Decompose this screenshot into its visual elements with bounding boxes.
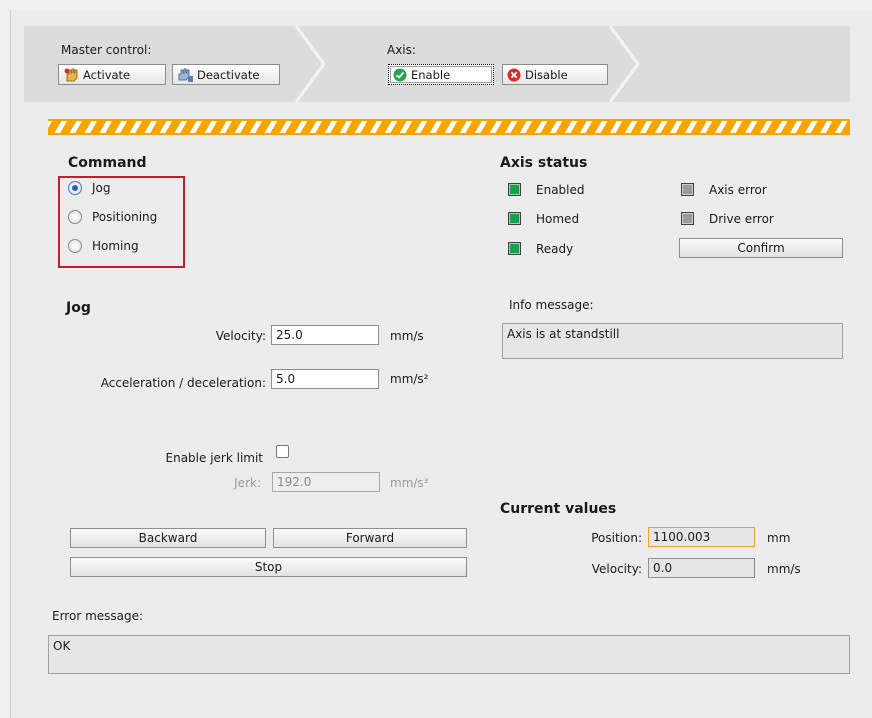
hand-deactivate-icon: [178, 68, 193, 82]
jerk-limit-label: Enable jerk limit: [165, 451, 264, 465]
velocity-input[interactable]: 25.0: [271, 325, 379, 345]
forward-button[interactable]: Forward: [273, 528, 467, 548]
backward-button[interactable]: Backward: [70, 528, 266, 548]
master-control-label: Master control:: [61, 43, 152, 57]
ready-led: [508, 242, 521, 255]
current-velocity-readout: 0.0: [648, 558, 755, 578]
enabled-label: Enabled: [536, 183, 585, 197]
enable-label: Enable: [411, 67, 451, 82]
radio-jog[interactable]: Jog: [68, 181, 111, 195]
radio-circle-selected: [68, 181, 82, 195]
radio-circle: [68, 210, 82, 224]
info-message-box: Axis is at standstill: [502, 323, 843, 359]
homed-led: [508, 212, 521, 225]
radio-jog-label: Jog: [92, 181, 111, 195]
radio-homing[interactable]: Homing: [68, 239, 139, 253]
axis-status-title: Axis status: [500, 155, 588, 171]
axis-error-led: [681, 183, 694, 196]
enabled-led: [508, 183, 521, 196]
error-message-label: Error message:: [52, 609, 144, 623]
ready-label: Ready: [536, 242, 574, 256]
radio-circle: [68, 239, 82, 253]
current-values-title: Current values: [500, 501, 617, 517]
position-readout: 1100.003: [648, 527, 755, 547]
homed-label: Homed: [536, 212, 580, 226]
acceleration-unit: mm/s²: [390, 372, 429, 386]
disable-label: Disable: [525, 67, 568, 82]
jerk-unit: mm/s³: [390, 476, 429, 490]
check-circle-icon: [393, 68, 407, 81]
deactivate-button[interactable]: Deactivate: [172, 64, 280, 85]
disable-button[interactable]: Disable: [502, 64, 608, 85]
cross-circle-icon: [507, 68, 521, 81]
confirm-button[interactable]: Confirm: [679, 238, 843, 258]
position-label: Position:: [591, 531, 642, 545]
stop-button[interactable]: Stop: [70, 557, 467, 577]
velocity-unit: mm/s: [390, 329, 424, 343]
radio-positioning[interactable]: Positioning: [68, 210, 157, 224]
enable-button[interactable]: Enable: [388, 64, 494, 85]
deactivate-label: Deactivate: [197, 67, 260, 82]
axis-label: Axis:: [387, 43, 416, 57]
jerk-label: Jerk:: [234, 476, 261, 490]
info-message-label: Info message:: [509, 298, 594, 312]
hand-icon: [64, 68, 78, 81]
drive-error-led: [681, 212, 694, 225]
acceleration-label: Acceleration / deceleration:: [100, 376, 266, 390]
velocity-label: Velocity:: [215, 329, 266, 343]
current-velocity-unit: mm/s: [767, 562, 801, 576]
radio-homing-label: Homing: [92, 239, 139, 253]
acceleration-input[interactable]: 5.0: [271, 369, 379, 389]
current-velocity-label: Velocity:: [591, 562, 642, 576]
command-title: Command: [68, 155, 147, 171]
error-message-box: OK: [48, 635, 850, 674]
activate-button[interactable]: Activate: [58, 64, 166, 85]
jerk-limit-checkbox[interactable]: [276, 445, 289, 458]
drive-error-label: Drive error: [709, 212, 774, 226]
radio-positioning-label: Positioning: [92, 210, 158, 224]
jerk-input[interactable]: 192.0: [272, 472, 380, 492]
position-unit: mm: [767, 531, 791, 545]
axis-error-label: Axis error: [709, 183, 767, 197]
jog-title: Jog: [66, 300, 91, 316]
activate-label: Activate: [83, 67, 131, 82]
hazard-stripe: [48, 119, 850, 135]
